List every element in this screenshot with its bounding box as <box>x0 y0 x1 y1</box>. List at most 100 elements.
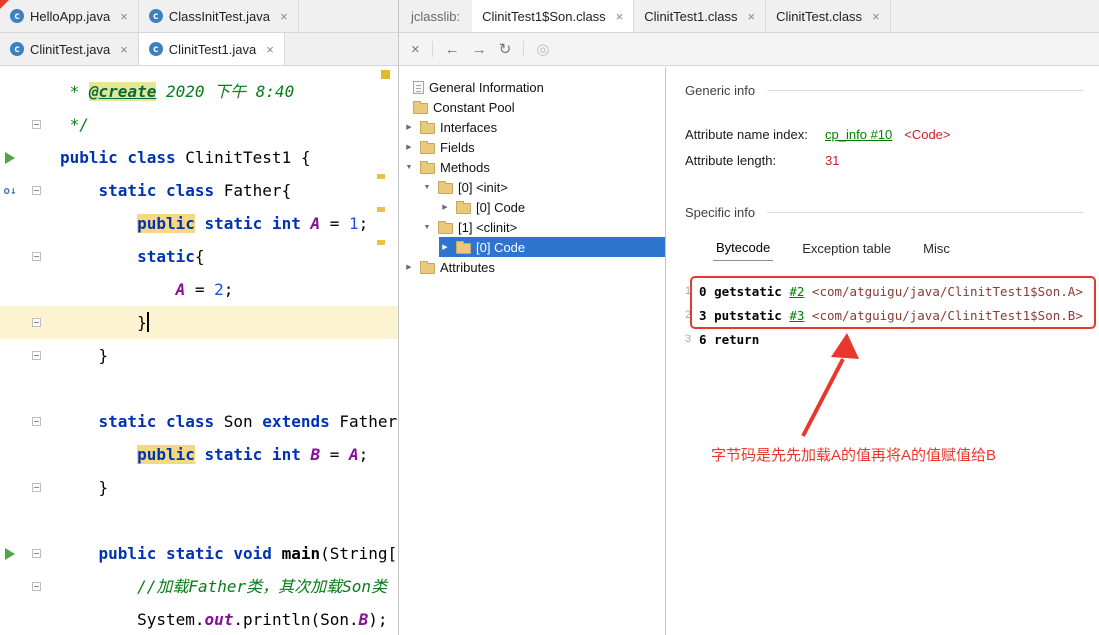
document-icon <box>413 80 424 94</box>
tab-clinittest1-java[interactable]: c ClinitTest1.java × <box>138 33 285 65</box>
bytecode-line: 23 putstatic #3 <com/atguigu/java/Clinit… <box>685 307 1083 323</box>
bytecode-listing: 10 getstatic #2 <com/atguigu/java/Clinit… <box>685 279 1099 351</box>
scrollbar-marker <box>377 240 385 245</box>
subclass-marker-icon[interactable]: o↓ <box>3 184 16 197</box>
close-tab-icon[interactable]: × <box>120 42 128 57</box>
refresh-icon[interactable]: ↻ <box>499 42 512 57</box>
tab-clinittest1-class[interactable]: ClinitTest1.class × <box>634 0 767 32</box>
code-line[interactable] <box>56 504 398 537</box>
tab-clinittest-java[interactable]: c ClinitTest.java × <box>0 33 139 65</box>
tree-expand-icon[interactable]: ▶ <box>439 203 451 211</box>
tree-expand-icon[interactable]: ▶ <box>403 123 415 131</box>
close-tab-icon[interactable]: × <box>280 9 288 24</box>
gutter-line <box>0 405 56 438</box>
tab-classinittest-java[interactable]: c ClassInitTest.java × <box>138 0 299 32</box>
back-icon[interactable]: ← <box>445 42 460 57</box>
fold-marker[interactable] <box>32 252 41 261</box>
constant-pool-link[interactable]: #3 <box>789 308 804 323</box>
inspection-indicator[interactable] <box>381 70 390 79</box>
close-tab-icon[interactable]: × <box>747 9 755 24</box>
tab-bytecode[interactable]: Bytecode <box>713 235 774 261</box>
cp-info-link[interactable]: cp_info #10 <box>825 127 892 142</box>
bytecode-line-number: 2 <box>685 309 692 321</box>
fold-marker[interactable] <box>32 483 41 492</box>
java-class-icon: c <box>148 9 163 23</box>
fold-marker[interactable] <box>32 351 41 360</box>
code-editor[interactable]: o↓ * @create 2020 下午 8:40 */public class… <box>0 67 398 635</box>
folder-icon <box>420 260 435 274</box>
gutter-line <box>0 273 56 306</box>
tree-collapse-icon[interactable]: ▼ <box>403 164 415 171</box>
code-line[interactable]: A = 2; <box>56 273 398 306</box>
code-line[interactable]: } <box>56 471 398 504</box>
close-tab-icon[interactable]: × <box>872 9 880 24</box>
code-line[interactable]: public static void main(String[] args) { <box>56 537 398 570</box>
close-tab-icon[interactable]: × <box>616 9 624 24</box>
tree-item-general-information[interactable]: General Information <box>403 77 665 97</box>
tree-item-0-code[interactable]: ▶ [0] Code <box>439 197 665 217</box>
gutter-line <box>0 240 56 273</box>
tab-misc[interactable]: Misc <box>920 235 953 261</box>
tree-collapse-icon[interactable]: ▼ <box>421 184 433 191</box>
fold-marker[interactable] <box>32 549 41 558</box>
code-line[interactable]: //加载Father类，其次加载Son类 <box>56 570 398 603</box>
code-line[interactable]: } <box>56 306 398 339</box>
code-line[interactable]: public class ClinitTest1 { <box>56 141 398 174</box>
folder-icon <box>438 220 453 234</box>
editor-tab-row-1: c HelloApp.java × c ClassInitTest.java × <box>0 0 398 33</box>
constant-pool-link[interactable]: #2 <box>789 284 804 299</box>
tree-item-interfaces[interactable]: ▶ Interfaces <box>403 117 665 137</box>
tree-item-attributes[interactable]: ▶ Attributes <box>403 257 665 277</box>
tree-item-0-code[interactable]: ▶ [0] Code <box>439 237 665 257</box>
folder-icon <box>413 100 428 114</box>
gutter-line <box>0 537 56 570</box>
editor-gutter: o↓ <box>0 67 56 635</box>
run-marker-icon[interactable] <box>5 547 15 560</box>
code-line[interactable] <box>56 372 398 405</box>
run-marker-icon[interactable] <box>5 151 15 164</box>
tree-item-0-init[interactable]: ▼ [0] <init> <box>421 177 665 197</box>
editor-pane: c HelloApp.java × c ClassInitTest.java × c Cli… <box>0 0 399 635</box>
fold-marker[interactable] <box>32 582 41 591</box>
tree-expand-icon[interactable]: ▶ <box>403 263 415 271</box>
attribute-length-row: Attribute length: 31 <box>685 147 1099 173</box>
fold-marker[interactable] <box>32 186 41 195</box>
tab-exception-table[interactable]: Exception table <box>799 235 894 261</box>
bytecode-line: 10 getstatic #2 <com/atguigu/java/Clinit… <box>685 283 1083 299</box>
tree-label: [0] Code <box>476 240 526 255</box>
tree-item-methods[interactable]: ▼ Methods <box>403 157 665 177</box>
tree-item-constant-pool[interactable]: Constant Pool <box>403 97 665 117</box>
close-tab-icon[interactable]: × <box>266 42 274 57</box>
forward-icon[interactable]: → <box>472 42 487 57</box>
code-line[interactable]: * @create 2020 下午 8:40 <box>56 75 398 108</box>
tree-item-1-clinit[interactable]: ▼ [1] <clinit> <box>421 217 665 237</box>
close-tab-icon[interactable]: × <box>120 9 128 24</box>
generic-info-title: Generic info <box>685 82 756 98</box>
tree-expand-icon[interactable]: ▶ <box>403 143 415 151</box>
tree-label: Constant Pool <box>433 100 515 115</box>
close-icon[interactable]: × <box>411 42 420 57</box>
corner-marker <box>0 0 9 9</box>
code-line[interactable]: public static int A = 1; <box>56 207 398 240</box>
code-line[interactable]: static{ <box>56 240 398 273</box>
fold-marker[interactable] <box>32 417 41 426</box>
tab-label: HelloApp.java <box>30 9 111 24</box>
tab-helloapp-java[interactable]: c HelloApp.java × <box>0 0 139 32</box>
code-line[interactable]: static class Son extends Father{ <box>56 405 398 438</box>
fold-marker[interactable] <box>32 318 41 327</box>
jclasslib-toolbar: × ← → ↻ ◎ <box>399 33 1099 66</box>
tree-item-fields[interactable]: ▶ Fields <box>403 137 665 157</box>
tree-collapse-icon[interactable]: ▼ <box>421 224 433 231</box>
code-area[interactable]: * @create 2020 下午 8:40 */public class Cl… <box>56 67 398 635</box>
tab-clinittest1-son-class[interactable]: ClinitTest1$Son.class × <box>472 0 635 32</box>
code-line[interactable]: static class Father{ <box>56 174 398 207</box>
code-line[interactable]: System.out.println(Son.B); <box>56 603 398 635</box>
web-icon[interactable]: ◎ <box>536 42 549 57</box>
code-line[interactable]: } <box>56 339 398 372</box>
class-structure-tree: General Information Constant Pool ▶ Interfa… <box>399 67 666 635</box>
fold-marker[interactable] <box>32 120 41 129</box>
tab-clinittest-class[interactable]: ClinitTest.class × <box>766 0 891 32</box>
code-line[interactable]: */ <box>56 108 398 141</box>
tree-expand-icon[interactable]: ▶ <box>439 243 451 251</box>
code-line[interactable]: public static int B = A; <box>56 438 398 471</box>
